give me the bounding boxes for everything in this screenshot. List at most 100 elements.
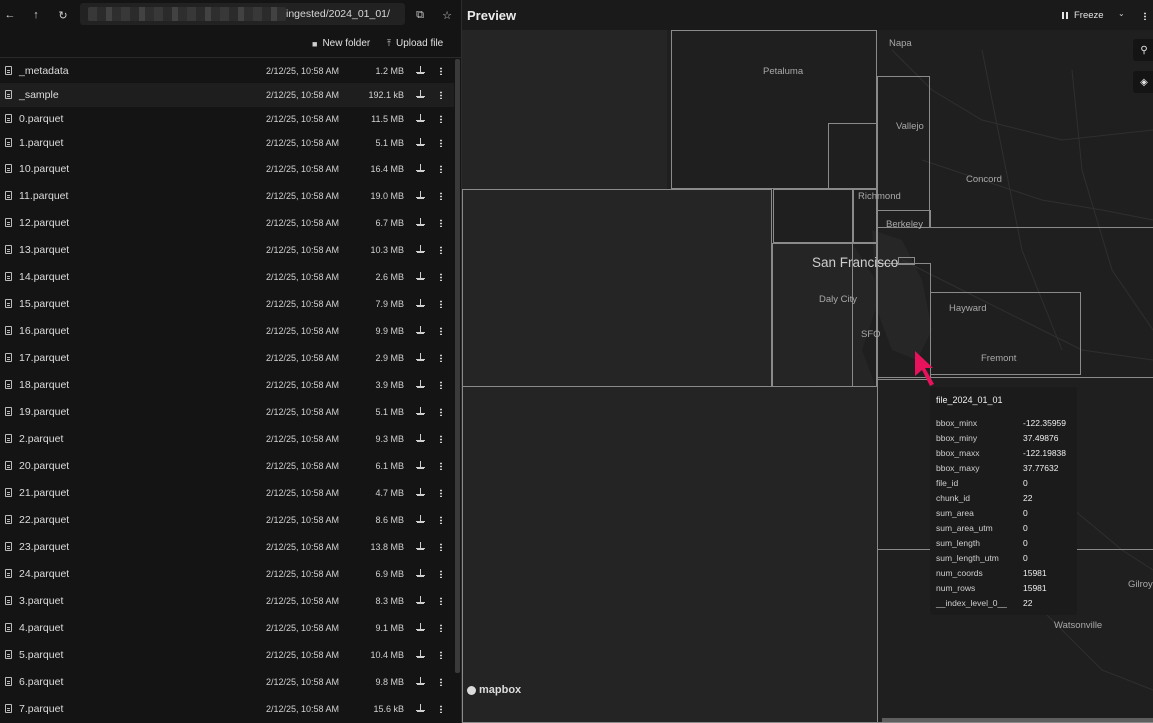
file-name[interactable]: 4.parquet: [19, 622, 63, 634]
download-icon[interactable]: [416, 353, 425, 363]
file-name[interactable]: 6.parquet: [19, 676, 63, 688]
more-options-icon[interactable]: [440, 435, 442, 443]
map-view[interactable]: Napa Petaluma Vallejo Concord Richmond B…: [462, 30, 1153, 723]
file-row[interactable]: 2.parquet 2/12/25, 10:58 AM 9.3 MB: [0, 427, 454, 451]
download-icon[interactable]: [416, 272, 425, 282]
more-options-icon[interactable]: [440, 165, 442, 173]
download-icon[interactable]: [416, 569, 425, 579]
download-icon[interactable]: [416, 90, 425, 100]
file-name[interactable]: 11.parquet: [19, 190, 68, 202]
up-arrow-icon[interactable]: ↑: [28, 7, 44, 23]
file-row[interactable]: 13.parquet 2/12/25, 10:58 AM 10.3 MB: [0, 238, 454, 262]
more-options-icon[interactable]: [440, 570, 442, 578]
file-row[interactable]: 10.parquet 2/12/25, 10:58 AM 16.4 MB: [0, 157, 454, 181]
download-icon[interactable]: [416, 596, 425, 606]
star-icon[interactable]: ☆: [439, 7, 455, 23]
refresh-icon[interactable]: ↻: [55, 7, 71, 23]
file-name[interactable]: 20.parquet: [19, 460, 69, 472]
file-name[interactable]: 12.parquet: [19, 217, 69, 229]
file-name[interactable]: 18.parquet: [19, 379, 69, 391]
file-row[interactable]: 17.parquet 2/12/25, 10:58 AM 2.9 MB: [0, 346, 454, 370]
download-icon[interactable]: [416, 191, 425, 201]
download-icon[interactable]: [416, 677, 425, 687]
file-name[interactable]: 17.parquet: [19, 352, 69, 364]
file-row[interactable]: 12.parquet 2/12/25, 10:58 AM 6.7 MB: [0, 211, 454, 235]
file-row[interactable]: 5.parquet 2/12/25, 10:58 AM 10.4 MB: [0, 643, 454, 667]
more-options-icon[interactable]: [440, 678, 442, 686]
file-name[interactable]: 16.parquet: [19, 325, 69, 337]
file-row[interactable]: _metadata 2/12/25, 10:58 AM 1.2 MB: [0, 59, 454, 83]
file-name[interactable]: 1.parquet: [19, 137, 63, 149]
download-icon[interactable]: [416, 515, 425, 525]
download-icon[interactable]: [416, 299, 425, 309]
download-icon[interactable]: [416, 66, 425, 76]
more-options-icon[interactable]: [440, 705, 442, 713]
file-name[interactable]: 19.parquet: [19, 406, 69, 418]
more-options-icon[interactable]: [440, 597, 442, 605]
file-row[interactable]: 6.parquet 2/12/25, 10:58 AM 9.8 MB: [0, 670, 454, 694]
copy-icon[interactable]: ⧉: [412, 7, 428, 23]
upload-file-button[interactable]: ⤒ Upload file: [387, 38, 443, 49]
download-icon[interactable]: [416, 138, 425, 148]
download-icon[interactable]: [416, 623, 425, 633]
more-options-icon[interactable]: [440, 139, 442, 147]
file-row[interactable]: 23.parquet 2/12/25, 10:58 AM 13.8 MB: [0, 535, 454, 559]
file-name[interactable]: 0.parquet: [19, 113, 63, 125]
file-row[interactable]: 3.parquet 2/12/25, 10:58 AM 8.3 MB: [0, 589, 454, 613]
path-input[interactable]: ingested/2024_01_01/: [80, 3, 405, 25]
more-options-icon[interactable]: [440, 115, 442, 123]
file-row[interactable]: 20.parquet 2/12/25, 10:58 AM 6.1 MB: [0, 454, 454, 478]
download-icon[interactable]: [416, 114, 425, 124]
more-options-icon[interactable]: [440, 246, 442, 254]
download-icon[interactable]: [416, 326, 425, 336]
download-icon[interactable]: [416, 650, 425, 660]
file-name[interactable]: 3.parquet: [19, 595, 63, 607]
new-folder-button[interactable]: ■ New folder: [312, 38, 370, 49]
download-icon[interactable]: [416, 380, 425, 390]
file-row[interactable]: 0.parquet 2/12/25, 10:58 AM 11.5 MB: [0, 107, 454, 131]
more-options-icon[interactable]: [1144, 12, 1146, 20]
more-options-icon[interactable]: [440, 381, 442, 389]
chevron-down-icon[interactable]: ⌄: [1118, 9, 1125, 18]
download-icon[interactable]: [416, 434, 425, 444]
download-icon[interactable]: [416, 407, 425, 417]
more-options-icon[interactable]: [440, 408, 442, 416]
more-options-icon[interactable]: [440, 327, 442, 335]
map-search-icon[interactable]: ⚲: [1133, 39, 1153, 61]
more-options-icon[interactable]: [440, 462, 442, 470]
download-icon[interactable]: [416, 164, 425, 174]
file-name[interactable]: 10.parquet: [19, 163, 69, 175]
file-row[interactable]: 19.parquet 2/12/25, 10:58 AM 5.1 MB: [0, 400, 454, 424]
file-row[interactable]: 11.parquet 2/12/25, 10:58 AM 19.0 MB: [0, 184, 454, 208]
more-options-icon[interactable]: [440, 67, 442, 75]
more-options-icon[interactable]: [440, 624, 442, 632]
file-name[interactable]: 5.parquet: [19, 649, 63, 661]
file-name[interactable]: 14.parquet: [19, 271, 69, 283]
file-name[interactable]: 22.parquet: [19, 514, 69, 526]
more-options-icon[interactable]: [440, 300, 442, 308]
more-options-icon[interactable]: [440, 354, 442, 362]
download-icon[interactable]: [416, 704, 425, 714]
more-options-icon[interactable]: [440, 543, 442, 551]
file-name[interactable]: _sample: [19, 89, 59, 101]
more-options-icon[interactable]: [440, 651, 442, 659]
file-name[interactable]: 24.parquet: [19, 568, 69, 580]
file-name[interactable]: 2.parquet: [19, 433, 63, 445]
download-icon[interactable]: [416, 461, 425, 471]
file-row[interactable]: 16.parquet 2/12/25, 10:58 AM 9.9 MB: [0, 319, 454, 343]
file-list-scrollbar[interactable]: [455, 59, 460, 673]
more-options-icon[interactable]: [440, 489, 442, 497]
download-icon[interactable]: [416, 218, 425, 228]
file-row[interactable]: 14.parquet 2/12/25, 10:58 AM 2.6 MB: [0, 265, 454, 289]
file-row[interactable]: 15.parquet 2/12/25, 10:58 AM 7.9 MB: [0, 292, 454, 316]
more-options-icon[interactable]: [440, 219, 442, 227]
file-name[interactable]: 7.parquet: [19, 703, 63, 715]
file-row[interactable]: 18.parquet 2/12/25, 10:58 AM 3.9 MB: [0, 373, 454, 397]
file-row[interactable]: _sample 2/12/25, 10:58 AM 192.1 kB: [0, 83, 454, 107]
more-options-icon[interactable]: [440, 192, 442, 200]
more-options-icon[interactable]: [440, 91, 442, 99]
file-row[interactable]: 24.parquet 2/12/25, 10:58 AM 6.9 MB: [0, 562, 454, 586]
file-row[interactable]: 22.parquet 2/12/25, 10:58 AM 8.6 MB: [0, 508, 454, 532]
file-row[interactable]: 7.parquet 2/12/25, 10:58 AM 15.6 kB: [0, 697, 454, 721]
file-row[interactable]: 1.parquet 2/12/25, 10:58 AM 5.1 MB: [0, 131, 454, 155]
